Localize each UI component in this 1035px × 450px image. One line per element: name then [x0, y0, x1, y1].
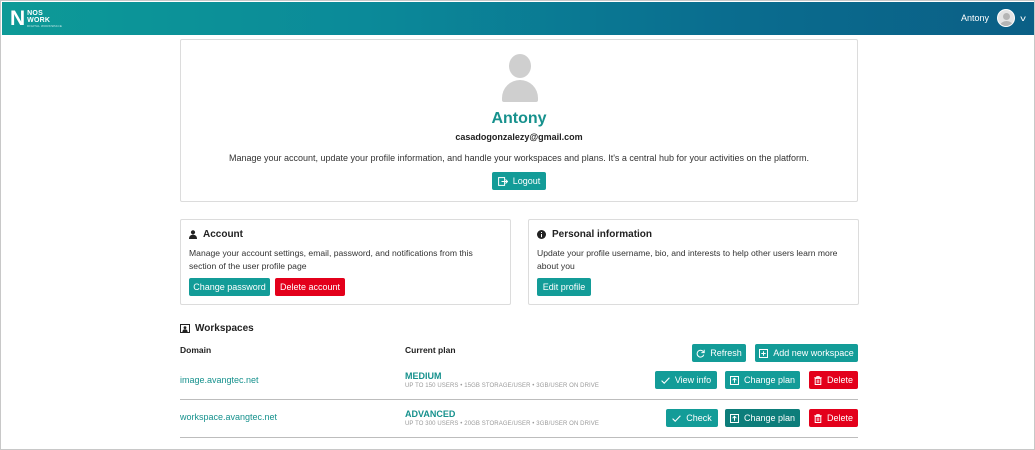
column-header-current-plan: Current plan	[405, 345, 456, 355]
user-avatar[interactable]	[997, 9, 1015, 27]
delete-workspace-button[interactable]: Delete	[809, 371, 858, 389]
change-plan-button[interactable]: Change plan	[725, 371, 800, 389]
trash-icon	[814, 375, 822, 385]
view-info-button[interactable]: View info	[655, 371, 717, 389]
workspaces-title: Workspaces	[180, 323, 254, 334]
logout-label: Logout	[512, 176, 541, 186]
refresh-button[interactable]: Refresh	[692, 344, 746, 362]
check-icon	[672, 414, 682, 422]
user-menu-name[interactable]: Antony	[961, 13, 989, 23]
personal-information-description: Update your profile username, bio, and i…	[537, 248, 838, 271]
logo-wordmark: NOS WORK DIGITAL WORKSPACE	[27, 10, 62, 28]
change-plan-button[interactable]: Change plan	[725, 409, 800, 427]
logo-letter: N	[10, 7, 26, 30]
logo-line-1: NOS	[27, 10, 43, 17]
workspace-icon	[180, 324, 190, 333]
plus-square-icon	[759, 348, 769, 358]
delete-account-button[interactable]: Delete account	[275, 278, 345, 296]
top-navbar: N NOS WORK DIGITAL WORKSPACE Antony v	[2, 2, 1034, 35]
workspace-plan-name: MEDIUM	[405, 371, 442, 381]
delete-workspace-button[interactable]: Delete	[809, 409, 858, 427]
app-frame: N NOS WORK DIGITAL WORKSPACE Antony v An…	[0, 0, 1035, 450]
workspace-domain-link[interactable]: image.avangtec.net	[180, 375, 259, 385]
account-card: Account Manage your account settings, em…	[180, 219, 511, 305]
logout-icon	[497, 176, 508, 186]
account-description: Manage your account settings, email, pas…	[189, 248, 473, 271]
profile-description: Manage your account, update your profile…	[228, 153, 810, 163]
nos-work-logo[interactable]: N NOS WORK DIGITAL WORKSPACE	[10, 8, 62, 30]
check-button[interactable]: Check	[666, 409, 718, 427]
info-icon	[537, 230, 546, 239]
workspace-plan-description: UP TO 300 USERS • 20GB STORAGE/USER • 3G…	[405, 421, 599, 427]
workspace-domain-link[interactable]: workspace.avangtec.net	[180, 412, 277, 422]
chevron-down-icon[interactable]: v	[1020, 14, 1026, 23]
workspace-plan-description: UP TO 150 USERS • 15GB STORAGE/USER • 3G…	[405, 383, 599, 389]
profile-name: Antony	[491, 110, 547, 127]
change-password-button[interactable]: Change password	[189, 278, 270, 296]
logo-line-2: WORK	[27, 17, 51, 24]
table-row-divider	[180, 437, 858, 438]
account-title: Account	[189, 229, 243, 240]
personal-information-title: Personal information	[537, 229, 652, 240]
table-row-divider	[180, 399, 858, 400]
trash-icon	[814, 413, 822, 423]
personal-information-card: Personal information Update your profile…	[528, 219, 859, 305]
profile-avatar	[502, 54, 538, 102]
workspace-plan-name: ADVANCED	[405, 409, 456, 419]
upload-square-icon	[729, 413, 739, 423]
column-header-domain: Domain	[180, 345, 212, 355]
logout-button[interactable]: Logout	[492, 172, 546, 190]
check-icon	[661, 376, 670, 384]
edit-profile-button[interactable]: Edit profile	[537, 278, 591, 296]
profile-card: Antony casadogonzalezy@gmail.com Manage …	[180, 39, 858, 202]
profile-email: casadogonzalezy@gmail.com	[455, 132, 583, 142]
add-new-workspace-button[interactable]: Add new workspace	[755, 344, 858, 362]
logo-tagline: DIGITAL WORKSPACE	[27, 24, 63, 28]
user-icon	[189, 230, 197, 239]
refresh-icon	[696, 349, 705, 358]
user-menu[interactable]: Antony v	[961, 9, 1026, 27]
upload-square-icon	[729, 375, 739, 385]
